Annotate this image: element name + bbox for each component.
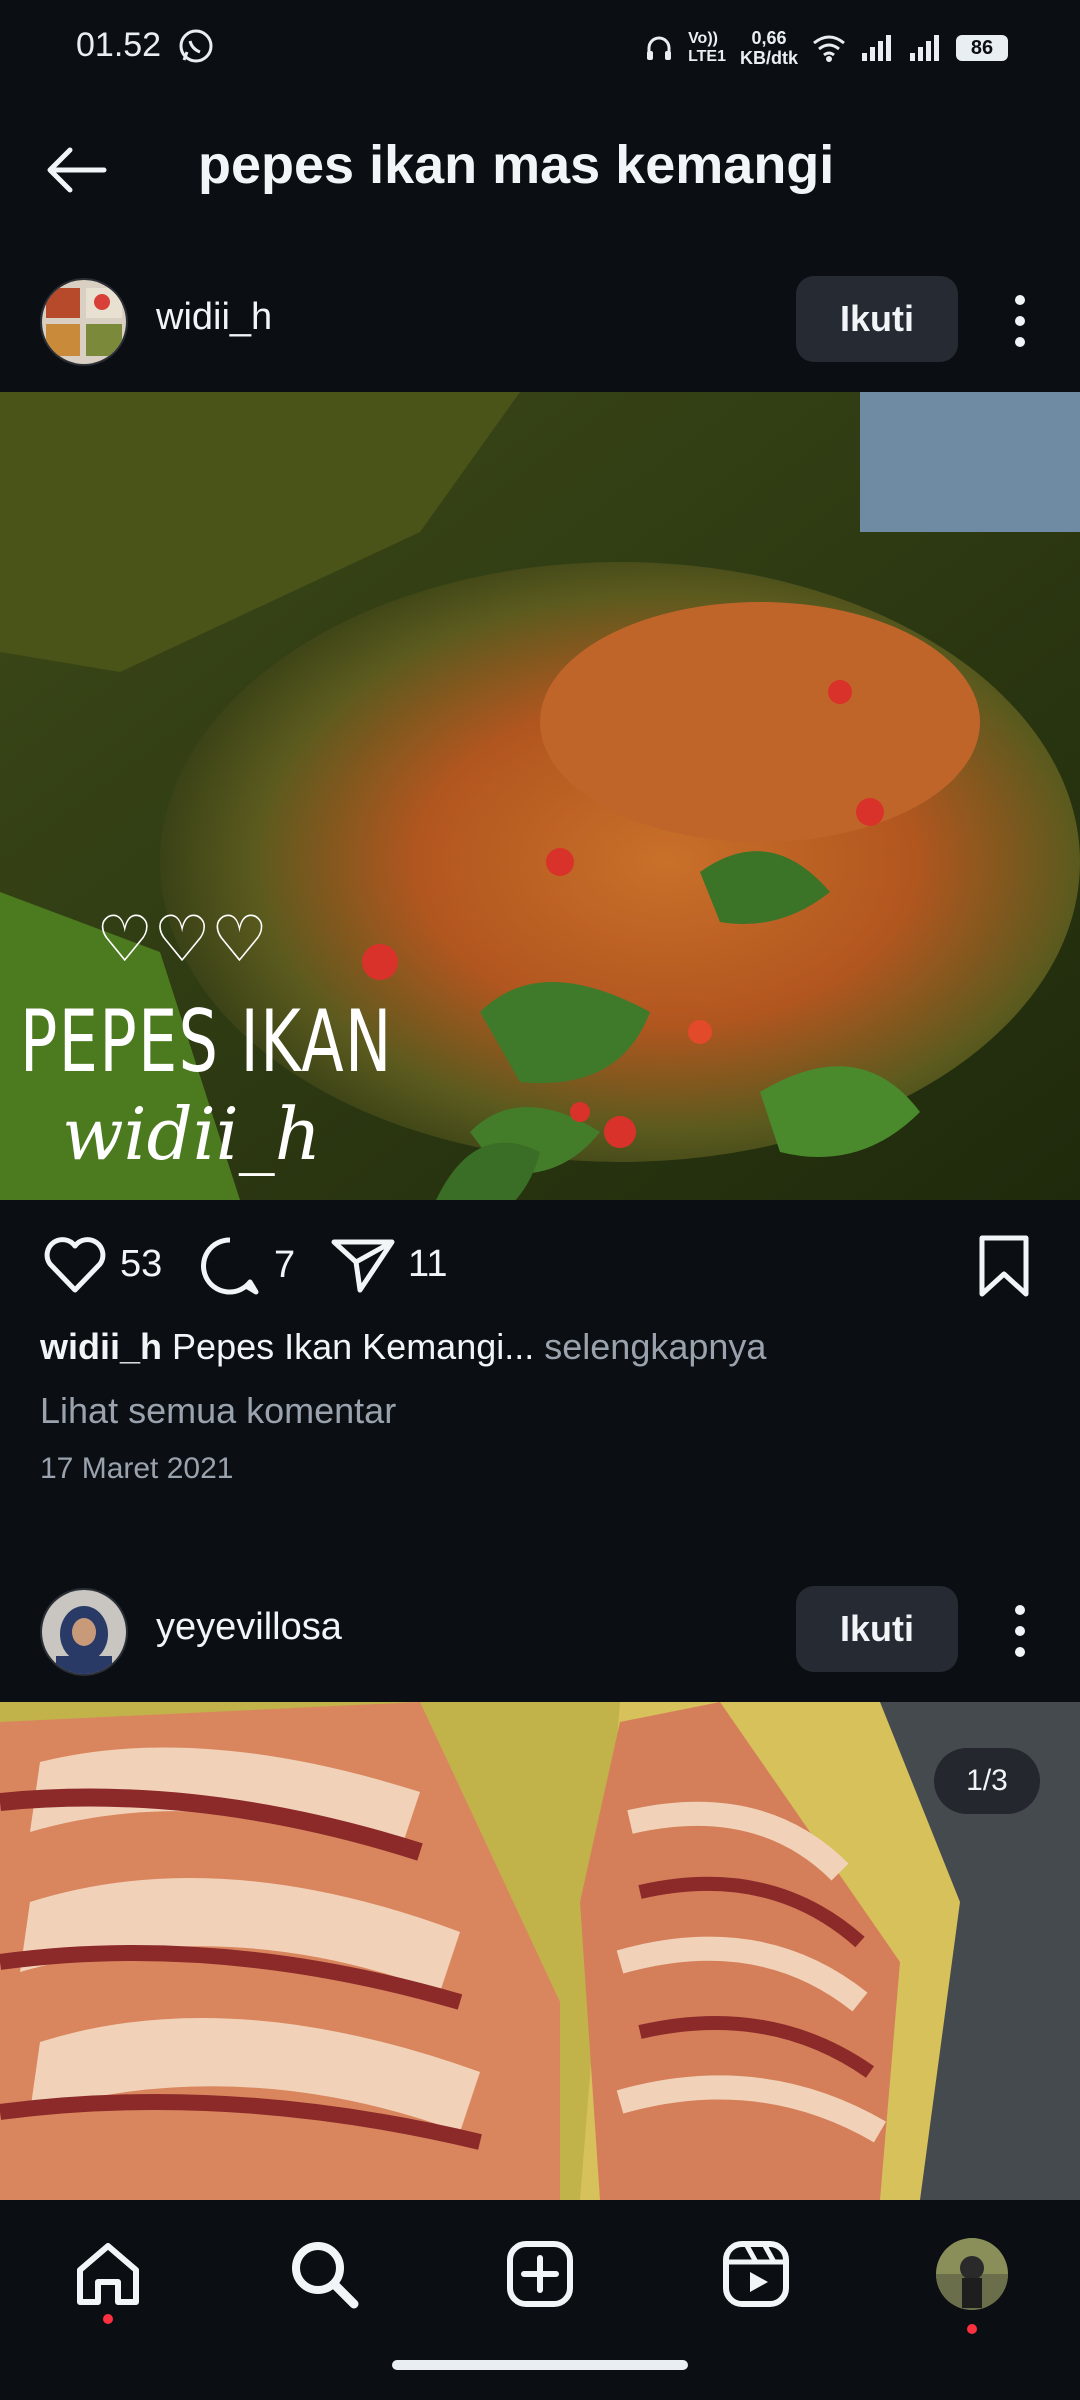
- top-bar: pepes ikan mas kemangi: [0, 110, 1080, 230]
- post-image[interactable]: ♡♡♡ PEPES IKAN widii_h: [0, 392, 1080, 1200]
- search-icon[interactable]: [284, 2234, 364, 2314]
- home-indicator[interactable]: [392, 2360, 688, 2370]
- post-actions: 53 7 11: [0, 1220, 1080, 1320]
- post-image[interactable]: [0, 1702, 1080, 2200]
- profile-avatar[interactable]: [932, 2234, 1012, 2334]
- status-icons: Vo)) LTE1 0,66 KB/dtk 86: [644, 24, 1008, 72]
- status-time: 01.52: [76, 26, 162, 64]
- comment-icon: [198, 1234, 262, 1296]
- carousel-indicator: 1/3: [934, 1748, 1040, 1814]
- view-comments-link[interactable]: Lihat semua komentar: [40, 1390, 396, 1432]
- image-overlay-username: widii_h: [62, 1092, 322, 1176]
- back-arrow-icon[interactable]: [40, 140, 112, 200]
- post-header: widii_h Ikuti: [0, 260, 1080, 380]
- post-header: yeyevillosa Ikuti: [0, 1570, 1080, 1690]
- signal-icon-2: [908, 33, 942, 63]
- caption-text: Pepes Ikan Kemangi...: [172, 1326, 535, 1367]
- image-overlay-hearts: ♡♡♡: [96, 903, 269, 975]
- more-options-icon[interactable]: [1000, 286, 1040, 356]
- share-button[interactable]: 11: [330, 1234, 447, 1294]
- volte-indicator: Vo)) LTE1: [688, 30, 726, 66]
- username[interactable]: yeyevillosa: [156, 1606, 342, 1649]
- home-icon[interactable]: [68, 2234, 148, 2324]
- signal-icon: [860, 33, 894, 63]
- send-icon: [330, 1234, 396, 1294]
- whatsapp-icon: [176, 26, 216, 66]
- volte-bottom: LTE1: [688, 48, 726, 65]
- caption-username[interactable]: widii_h: [40, 1326, 162, 1367]
- wifi-icon: [812, 33, 846, 63]
- home-notification-dot: [103, 2314, 113, 2324]
- comment-count: 7: [274, 1243, 296, 1286]
- caption-more-link[interactable]: selengkapnya: [534, 1326, 766, 1367]
- reels-icon[interactable]: [716, 2234, 796, 2314]
- comment-button[interactable]: 7: [198, 1234, 295, 1296]
- network-speed: 0,66 KB/dtk: [740, 28, 798, 68]
- bottom-nav: [0, 2200, 1080, 2400]
- avatar[interactable]: [40, 278, 128, 366]
- headphones-icon: [644, 33, 674, 63]
- post-caption: widii_h Pepes Ikan Kemangi... selengkapn…: [40, 1326, 766, 1368]
- like-count: 53: [120, 1242, 163, 1285]
- profile-notification-dot: [967, 2324, 977, 2334]
- network-speed-value: 0,66: [751, 28, 787, 48]
- share-count: 11: [408, 1242, 448, 1285]
- battery-indicator: 86: [956, 35, 1008, 61]
- like-button[interactable]: 53: [42, 1234, 162, 1294]
- volte-top: Vo)): [688, 30, 718, 47]
- heart-icon: [42, 1234, 108, 1294]
- avatar[interactable]: [40, 1588, 128, 1676]
- status-bar: 01.52 Vo)) LTE1 0,66 KB/dtk 86: [0, 0, 1080, 96]
- follow-button[interactable]: Ikuti: [796, 276, 958, 362]
- image-overlay-title: PEPES IKAN: [20, 992, 393, 1092]
- post-date: 17 Maret 2021: [40, 1452, 234, 1485]
- bookmark-icon[interactable]: [976, 1234, 1032, 1298]
- more-options-icon[interactable]: [1000, 1596, 1040, 1666]
- page-title: pepes ikan mas kemangi: [198, 135, 835, 195]
- follow-button[interactable]: Ikuti: [796, 1586, 958, 1672]
- username[interactable]: widii_h: [156, 296, 272, 339]
- network-speed-unit: KB/dtk: [740, 48, 798, 68]
- create-icon[interactable]: [500, 2234, 580, 2314]
